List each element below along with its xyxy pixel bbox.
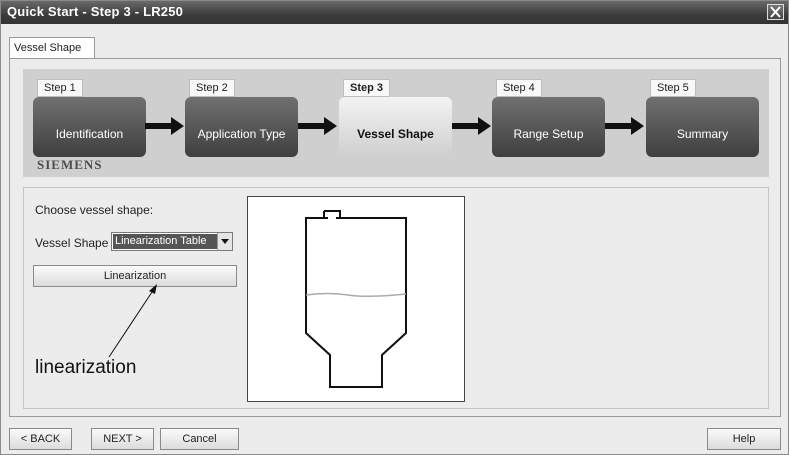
close-icon [770,6,781,18]
tab-vessel-shape[interactable]: Vessel Shape [9,37,95,59]
chevron-down-icon [221,239,229,244]
step-number-1: Step 1 [37,79,83,97]
annotation-label: linearization [35,357,137,378]
vessel-shape-value: Linearization Table [113,234,217,249]
step-vessel-shape[interactable]: Vessel Shape [339,97,452,157]
back-button[interactable]: < BACK [9,428,72,450]
step-label: Identification [55,127,124,141]
quick-start-window: Quick Start - Step 3 - LR250 Vessel Shap… [0,0,789,455]
siemens-logo: SIEMENS [37,157,103,172]
step-summary[interactable]: Summary [646,97,759,157]
vessel-shape-preview [247,196,465,402]
arrow-right-icon [452,117,491,135]
arrow-right-icon [298,117,337,135]
dropdown-button[interactable] [217,233,232,250]
window-title: Quick Start - Step 3 - LR250 [7,4,184,19]
step-label: Summary [676,127,729,141]
step-range-setup[interactable]: Range Setup [492,97,605,157]
next-button[interactable]: NEXT > [91,428,154,450]
help-button[interactable]: Help [707,428,781,450]
linearization-button[interactable]: Linearization [33,265,237,287]
vessel-icon [305,210,407,388]
step-label: Range Setup [513,127,584,141]
step-application-type[interactable]: Application Type [185,97,298,157]
vessel-shape-label: Vessel Shape [35,236,109,250]
choose-vessel-label: Choose vessel shape: [35,203,154,217]
arrow-right-icon [145,117,184,135]
step-number-4: Step 4 [496,79,542,97]
step-number-2: Step 2 [189,79,235,97]
step-label: Application Type [197,127,286,141]
vessel-shape-select[interactable]: Linearization Table [111,232,233,251]
close-button[interactable] [767,4,784,20]
step-number-3: Step 3 [343,79,391,97]
step-identification[interactable]: Identification [33,97,146,157]
step-label: Vessel Shape [357,127,434,141]
arrow-right-icon [605,117,644,135]
title-bar: Quick Start - Step 3 - LR250 [1,1,788,24]
step-number-5: Step 5 [650,79,696,97]
cancel-button[interactable]: Cancel [160,428,239,450]
wizard-step-bar: Step 1 Identification Step 2 Application… [23,69,769,177]
